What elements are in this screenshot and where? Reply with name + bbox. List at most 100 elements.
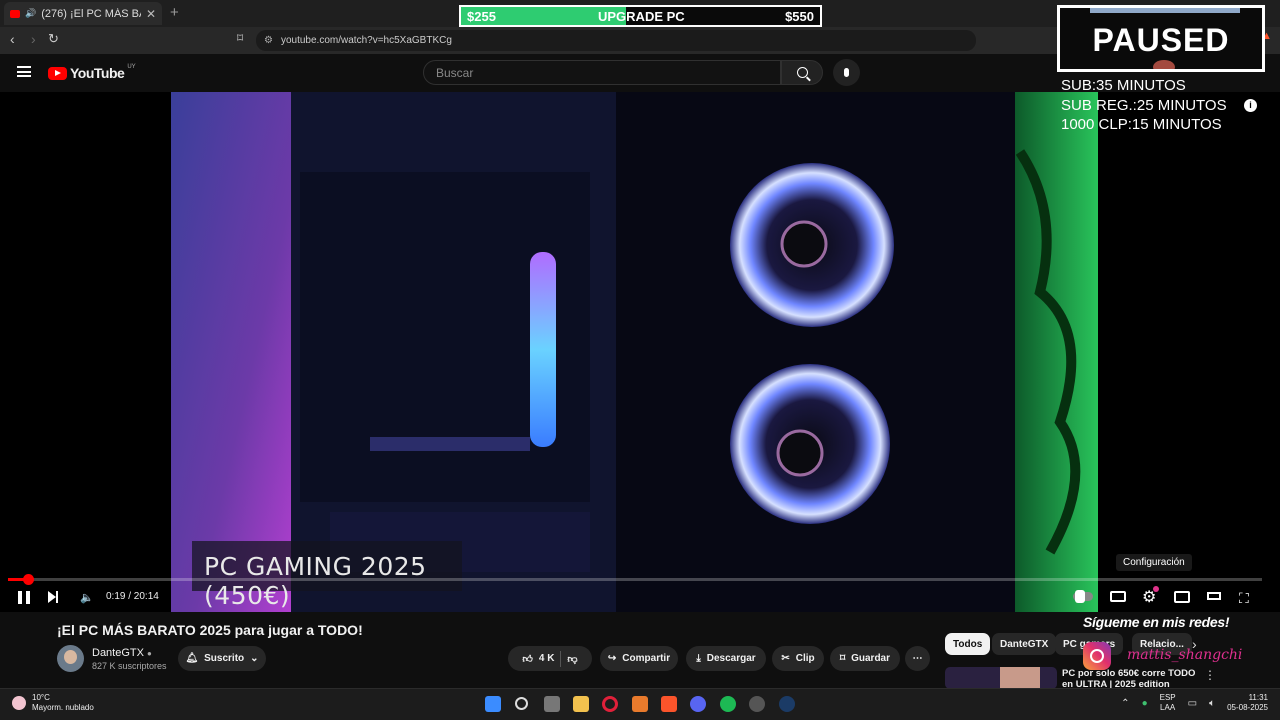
more-actions-button[interactable]: ⋯	[905, 646, 930, 671]
channel-avatar[interactable]	[57, 645, 84, 672]
download-button[interactable]: ⤓ Descargar	[686, 646, 766, 671]
time-display: 0:19 / 20:14	[106, 591, 159, 602]
clip-label: Clip	[795, 653, 815, 664]
subscribed-button[interactable]: 🔔︎ Suscrito ⌄	[178, 646, 266, 671]
bookmark-save-icon: ⌑	[839, 653, 846, 664]
language-indicator[interactable]: ESP LAA	[1160, 693, 1176, 713]
layout-code: LAA	[1160, 703, 1176, 712]
youtube-favicon-icon	[10, 9, 20, 18]
channel-name[interactable]: DanteGTX ●	[92, 647, 152, 659]
goal-current-amount: $255	[467, 9, 496, 24]
clock[interactable]: 11:31 05-08-2025	[1227, 693, 1268, 713]
thumbs-up-icon[interactable]: 👍︎	[522, 653, 532, 665]
subscribed-label: Suscrito	[204, 653, 245, 664]
pause-icon[interactable]	[18, 591, 30, 604]
search-button[interactable]	[781, 60, 823, 85]
back-icon[interactable]: ‹	[10, 31, 15, 47]
socials-heading: Sígueme en mis redes!	[1083, 614, 1230, 630]
scrubber-handle[interactable]	[23, 574, 35, 585]
microphone-icon	[844, 68, 849, 77]
youtube-logo[interactable]: YouTube UY	[48, 64, 136, 81]
scissors-icon: ✂	[781, 653, 790, 664]
opera-icon[interactable]	[602, 696, 618, 712]
close-tab-icon[interactable]: ✕	[146, 7, 156, 21]
next-video-icon[interactable]	[48, 591, 58, 603]
subathon-rules: SUB:35 MINUTOS SUB REG.:25 MINUTOS 1000 …	[1061, 76, 1271, 135]
bell-icon: 🔔︎	[185, 653, 199, 664]
task-view-icon[interactable]	[544, 696, 560, 712]
progress-bar[interactable]	[8, 574, 1262, 585]
instagram-icon	[1083, 642, 1111, 670]
instagram-handle: mattis_shangchi	[1127, 647, 1243, 663]
region-code: UY	[127, 64, 136, 70]
brave-icon[interactable]	[661, 696, 677, 712]
url-field[interactable]: ⚙ youtube.com/watch?v=hc5XaGBTKCg	[256, 30, 976, 51]
like-count[interactable]: 4 K	[539, 653, 555, 664]
verified-icon: ●	[146, 649, 152, 658]
rule-line: 1000 CLP:15 MINUTOS	[1061, 116, 1222, 133]
stream-status-overlay: PAUSED	[1057, 5, 1265, 72]
miniplayer-icon[interactable]	[1174, 591, 1190, 603]
like-dislike-group: 👍︎ 4 K 👎︎	[508, 646, 592, 671]
thumbs-down-icon[interactable]: 👎︎	[567, 653, 577, 665]
language-code: ESP	[1159, 693, 1176, 702]
obs-icon[interactable]	[749, 696, 765, 712]
steam-icon[interactable]	[779, 696, 795, 712]
hd-badge-icon	[1153, 586, 1159, 592]
spotify-icon[interactable]	[720, 696, 736, 712]
app-icon[interactable]	[632, 696, 648, 712]
theater-mode-icon[interactable]	[1207, 592, 1221, 600]
url-text: youtube.com/watch?v=hc5XaGBTKCg	[280, 35, 452, 46]
chip-channel[interactable]: DanteGTX	[992, 633, 1057, 655]
goal-label: UPGRADE PC	[598, 9, 685, 24]
save-button[interactable]: ⌑ Guardar	[830, 646, 900, 671]
mic-tray-icon[interactable]: ●	[1142, 698, 1148, 709]
tab-title: (276) ¡El PC MÁS BARATO 20...	[41, 7, 141, 20]
new-tab-icon[interactable]: +	[170, 4, 179, 21]
video-title: ¡El PC MÁS BARATO 2025 para jugar a TODO…	[57, 622, 363, 638]
video-player[interactable]: PC GAMING 2025 (450€) Configuración 🔈 0:…	[0, 92, 1280, 612]
weather-condition: Mayorm. nublado	[32, 703, 94, 712]
recommended-thumbnail[interactable]	[945, 667, 1057, 689]
network-icon[interactable]: ▭	[1188, 698, 1197, 709]
discord-icon[interactable]	[690, 696, 706, 712]
forward-icon[interactable]: ›	[31, 31, 36, 47]
weather-widget[interactable]: 10°C Mayorm. nublado	[12, 693, 94, 713]
volume-tray-icon[interactable]: 🔈︎	[1209, 698, 1215, 709]
chevron-down-icon: ⌄	[250, 653, 259, 664]
youtube-play-icon	[48, 66, 67, 80]
start-icon[interactable]	[485, 696, 501, 712]
subscriber-count: 827 K suscriptores	[92, 661, 167, 671]
share-icon: ↪	[607, 653, 617, 664]
fullscreen-icon[interactable]: ⛶	[1239, 590, 1249, 607]
weather-icon	[12, 696, 26, 710]
site-info-icon[interactable]: ⚙	[264, 35, 273, 46]
clock-date: 05-08-2025	[1227, 703, 1268, 712]
chip-all[interactable]: Todos	[945, 633, 991, 655]
webcam-preview	[1153, 60, 1175, 69]
video-caption-overlay: PC GAMING 2025 (450€)	[192, 541, 462, 610]
share-button[interactable]: ↪ Compartir	[600, 646, 678, 671]
volume-icon[interactable]: 🔈	[80, 591, 94, 604]
speaker-icon[interactable]: 🔊	[25, 8, 36, 19]
tray-expand-icon[interactable]: ⌃	[1121, 698, 1129, 709]
taskbar-search-icon[interactable]	[515, 697, 528, 710]
share-label: Compartir	[622, 653, 671, 664]
voice-search-button[interactable]	[833, 59, 860, 86]
download-label: Descargar	[706, 653, 756, 664]
menu-icon[interactable]	[17, 66, 31, 77]
search-input[interactable]: Buscar	[423, 60, 781, 85]
file-explorer-icon[interactable]	[573, 696, 589, 712]
temperature: 10°C	[32, 693, 50, 702]
autoplay-toggle[interactable]	[1073, 590, 1093, 603]
socials-overlay: Sígueme en mis redes! mattis_shangchi	[1083, 614, 1263, 674]
info-icon[interactable]: i	[1244, 99, 1257, 112]
video-frame	[0, 92, 1280, 612]
browser-tab[interactable]: 🔊 (276) ¡El PC MÁS BARATO 20... ✕	[4, 2, 162, 25]
subtitles-icon[interactable]	[1110, 591, 1126, 602]
goal-target-amount: $550	[785, 9, 814, 24]
clip-button[interactable]: ✂ Clip	[772, 646, 824, 671]
save-label: Guardar	[851, 653, 891, 664]
reload-icon[interactable]: ↻	[48, 31, 59, 47]
bookmark-icon[interactable]: ⌑	[237, 31, 243, 45]
